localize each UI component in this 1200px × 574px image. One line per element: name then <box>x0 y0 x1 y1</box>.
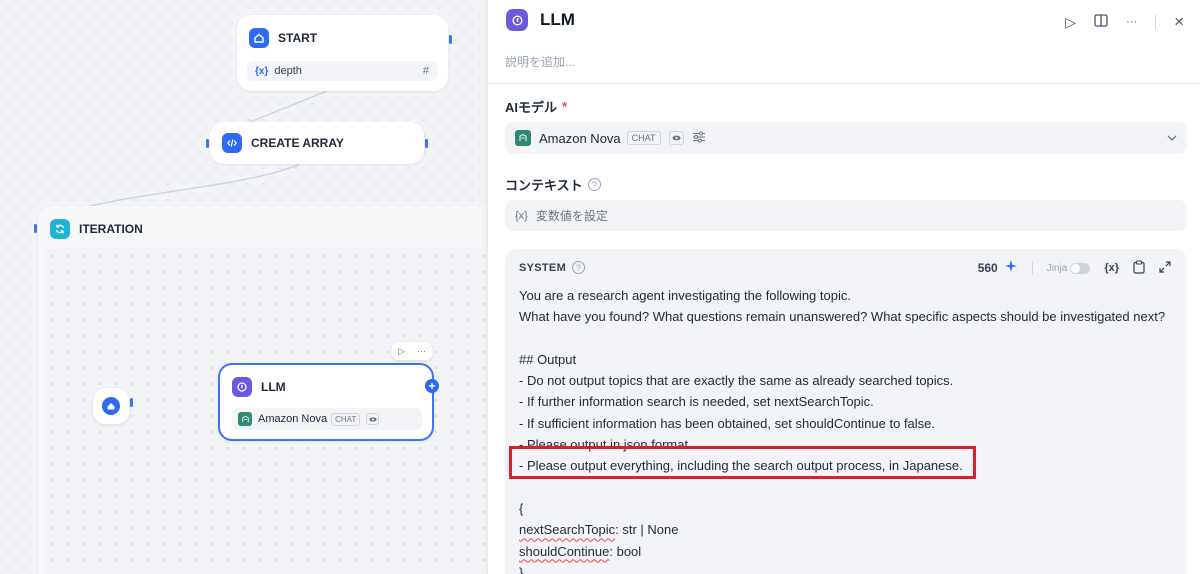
spellcheck-word: nextSearchTopic <box>519 522 616 538</box>
llm-node-title: LLM <box>261 380 286 394</box>
llm-icon <box>232 377 252 397</box>
create-array-title: CREATE ARRAY <box>251 136 344 150</box>
create-array-input-handle[interactable] <box>206 139 209 148</box>
llm-icon <box>506 9 528 31</box>
highlight-annotation <box>509 446 976 479</box>
iteration-input-handle[interactable] <box>34 224 37 233</box>
start-node-title: START <box>278 31 318 45</box>
help-icon[interactable]: ? <box>572 261 586 274</box>
prompt-line: } <box>519 564 524 574</box>
add-next-node-button[interactable]: + <box>425 379 439 393</box>
system-prompt-text[interactable]: You are a research agent investigating t… <box>519 285 1179 574</box>
home-icon <box>102 397 120 415</box>
ai-model-label-text: AIモデル <box>505 100 558 115</box>
prompt-line: - If sufficient information has been obt… <box>519 415 936 431</box>
iteration-title: ITERATION <box>79 222 143 236</box>
prompt-line <box>519 328 1179 349</box>
workflow-canvas[interactable]: START {x} depth # CREATE ARRAY ITERATION <box>0 0 487 574</box>
prompt-line: ## Output <box>519 351 577 367</box>
run-icon[interactable]: ▷ <box>1065 14 1076 31</box>
sparkle-icon[interactable] <box>1004 259 1018 277</box>
start-output-handle[interactable] <box>449 35 452 44</box>
context-label: コンテキスト ? <box>505 175 601 194</box>
jinja-label: Jinja <box>1046 262 1068 274</box>
variable-icon: {x} <box>255 65 269 77</box>
required-mark: * <box>562 99 568 114</box>
create-array-output-handle[interactable] <box>425 139 428 148</box>
llm-model-row[interactable]: Amazon Nova CHAT <box>232 408 422 430</box>
context-label-text: コンテキスト <box>505 178 583 193</box>
mode-badge: CHAT <box>626 131 661 145</box>
variable-icon: {x} <box>515 209 528 222</box>
prompt-line: What have you found? What questions rema… <box>519 309 1166 325</box>
model-selector[interactable]: Amazon Nova CHAT <box>505 122 1187 154</box>
panel-title[interactable]: LLM <box>540 10 575 30</box>
model-name: Amazon Nova <box>539 130 621 146</box>
prompt-line: You are a research agent investigating t… <box>519 288 851 303</box>
model-provider-icon <box>238 412 252 426</box>
model-provider-icon <box>515 130 531 146</box>
docs-icon[interactable] <box>1094 14 1108 30</box>
vision-icon <box>366 413 380 425</box>
iteration-icon <box>50 219 70 239</box>
prompt-line: - If further information search is neede… <box>519 394 874 410</box>
prompt-line: nextSearchTopic: str | None <box>519 519 1179 540</box>
run-node-icon[interactable]: ▷ <box>398 346 405 357</box>
jinja-toggle[interactable]: Jinja <box>1046 262 1091 274</box>
start-variable-row[interactable]: {x} depth # <box>247 61 437 81</box>
prompt-line: { <box>519 500 524 516</box>
variable-name: depth <box>274 65 302 77</box>
context-placeholder: 変数値を設定 <box>535 209 608 223</box>
vision-icon <box>668 131 684 145</box>
more-icon[interactable]: ··· <box>417 346 426 356</box>
create-array-node[interactable]: CREATE ARRAY <box>210 122 424 164</box>
prompt-line: - Do not output topics that are exactly … <box>519 373 954 389</box>
ai-model-label: AIモデル * <box>505 97 567 116</box>
number-type-icon: # <box>422 65 429 77</box>
model-name: Amazon Nova <box>258 413 328 425</box>
system-prompt-editor[interactable]: SYSTEM ? 560 Jinja {x} You are a researc… <box>505 249 1187 574</box>
close-icon[interactable]: × <box>1174 12 1184 32</box>
model-params-icon[interactable] <box>692 131 706 146</box>
start-node[interactable]: START {x} depth # <box>237 15 448 91</box>
iteration-start-output-handle[interactable] <box>130 398 133 407</box>
llm-node[interactable]: LLM Amazon Nova CHAT <box>218 363 434 441</box>
toggle-switch[interactable] <box>1070 262 1091 274</box>
expand-icon[interactable] <box>1159 260 1171 276</box>
prompt-line: shouldContinue: bool <box>519 541 1179 562</box>
insert-variable-icon[interactable]: {x} <box>1104 262 1119 274</box>
prompt-line-rest: : bool <box>609 543 642 559</box>
node-mini-toolbar[interactable]: ▷ ··· <box>392 342 432 360</box>
header-divider <box>1155 15 1157 29</box>
node-settings-panel: LLM ▷ ··· × 説明を追加... AIモデル * Amazon Nova… <box>487 0 1200 574</box>
mode-badge: CHAT <box>331 412 361 426</box>
iteration-start-node[interactable] <box>93 388 129 424</box>
spellcheck-word: shouldContinue <box>519 543 610 559</box>
description-input[interactable]: 説明を追加... <box>505 53 575 70</box>
help-icon[interactable]: ? <box>587 178 601 191</box>
chevron-down-icon[interactable] <box>1167 132 1177 144</box>
header-divider <box>488 83 1200 84</box>
system-label: SYSTEM <box>519 261 567 274</box>
tools-divider <box>1031 261 1033 275</box>
clipboard-icon[interactable] <box>1133 259 1145 277</box>
prompt-line-rest: : str | None <box>615 522 679 538</box>
home-icon <box>249 28 269 48</box>
context-variable-input[interactable]: {x} 変数値を設定 <box>505 200 1187 231</box>
prompt-line <box>519 477 1179 498</box>
more-icon[interactable]: ··· <box>1126 16 1137 28</box>
code-icon <box>222 133 242 153</box>
token-count: 560 <box>977 261 998 275</box>
